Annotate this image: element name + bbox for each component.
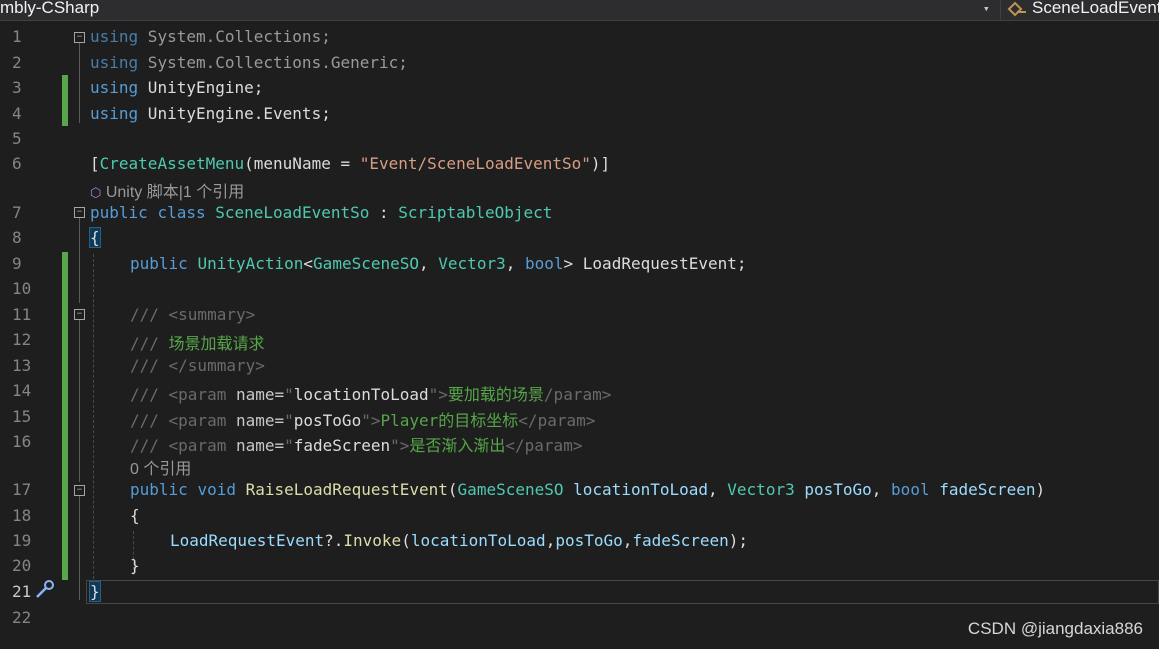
code-line[interactable]: LoadRequestEvent?.Invoke(locationToLoad,… <box>170 531 748 550</box>
code-line[interactable]: /// <summary> <box>130 305 255 324</box>
toolbar-divider <box>1000 0 1001 20</box>
code-line[interactable]: using UnityEngine; <box>90 78 263 97</box>
change-indicator <box>62 75 68 126</box>
codelens-text: Unity 脚本|1 个引用 <box>105 184 245 201</box>
line-number: 5 <box>12 129 22 148</box>
code-line[interactable]: /// <param name="fadeScreen">是否渐入渐出</par… <box>130 432 582 456</box>
outline-line <box>79 320 80 482</box>
code-line[interactable]: public UnityAction<GameSceneSO, Vector3,… <box>130 254 747 273</box>
code-line[interactable]: [CreateAssetMenu(menuName = "Event/Scene… <box>90 154 610 173</box>
line-number: 17 <box>12 480 32 499</box>
code-line[interactable]: /// <param name="locationToLoad">要加载的场景/… <box>130 381 611 405</box>
line-number: 3 <box>12 78 22 97</box>
collapse-icon[interactable]: − <box>74 207 85 218</box>
collapse-icon[interactable]: − <box>74 309 85 320</box>
line-number: 14 <box>12 381 32 400</box>
codelens-references[interactable]: 0 个引用 <box>130 455 191 479</box>
collapse-icon[interactable]: − <box>74 32 85 43</box>
line-number: 4 <box>12 104 22 123</box>
code-editor[interactable]: 1 2 3 4 5 6 7 8 9 10 11 12 13 14 15 16 1… <box>0 22 1159 649</box>
code-line[interactable]: } <box>89 581 101 602</box>
line-number: 7 <box>12 203 22 222</box>
line-number: 9 <box>12 254 22 273</box>
line-number: 13 <box>12 356 32 375</box>
code-line[interactable]: } <box>130 556 140 575</box>
watermark: CSDN @jiangdaxia886 <box>967 619 1143 638</box>
line-number: 1 <box>12 27 22 46</box>
line-number: 2 <box>12 53 22 72</box>
member-dropdown-label: SceneLoadEvent <box>1032 0 1159 17</box>
outline-line <box>79 496 80 600</box>
line-number: 8 <box>12 228 22 247</box>
code-line[interactable]: public class SceneLoadEventSo : Scriptab… <box>90 203 552 222</box>
line-number: 6 <box>12 154 22 173</box>
code-line[interactable]: using UnityEngine.Events; <box>90 104 331 123</box>
codelens[interactable]: ⬡ Unity 脚本|1 个引用 <box>90 178 244 202</box>
project-dropdown[interactable]: mbly-CSharp <box>0 0 99 18</box>
line-number: 21 <box>12 582 32 601</box>
unity-icon: ⬡ <box>90 185 102 200</box>
indent-guide <box>93 254 94 584</box>
code-line[interactable]: using System.Collections.Generic; <box>90 53 408 72</box>
line-number: 19 <box>12 531 32 550</box>
line-number: 15 <box>12 407 32 426</box>
current-line-highlight <box>86 580 1159 604</box>
line-number: 16 <box>12 432 32 451</box>
code-line[interactable]: /// </summary> <box>130 356 265 375</box>
collapse-icon[interactable]: − <box>74 485 85 496</box>
code-line[interactable]: using System.Collections; <box>90 27 331 46</box>
line-number: 18 <box>12 506 32 525</box>
code-line[interactable]: /// <param name="posToGo">Player的目标坐标</p… <box>130 407 595 431</box>
navigation-bar: mbly-CSharp ▾ SceneLoadEvent <box>0 0 1159 21</box>
code-line[interactable]: /// 场景加载请求 <box>130 330 265 354</box>
line-number: 11 <box>12 305 32 324</box>
change-indicator <box>62 252 68 580</box>
chevron-down-icon[interactable]: ▾ <box>983 2 990 15</box>
code-line[interactable]: { <box>130 506 140 525</box>
code-line[interactable]: public void RaiseLoadRequestEvent(GameSc… <box>130 480 1045 499</box>
code-line[interactable]: { <box>89 227 101 248</box>
outline-line <box>79 43 80 123</box>
outline-line <box>79 218 80 303</box>
member-dropdown[interactable]: SceneLoadEvent <box>1004 0 1159 20</box>
quick-actions-icon[interactable] <box>34 580 56 605</box>
line-number: 20 <box>12 556 32 575</box>
line-number: 22 <box>12 608 32 627</box>
line-number: 10 <box>12 279 32 298</box>
member-icon <box>1006 0 1028 20</box>
line-number: 12 <box>12 330 32 349</box>
